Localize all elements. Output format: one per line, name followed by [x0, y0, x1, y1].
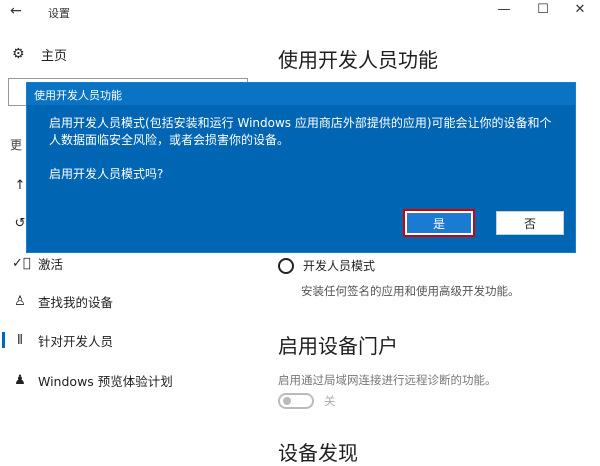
discovery-title: 设备发现 — [278, 441, 358, 465]
person-icon: ♙ — [14, 293, 26, 309]
toggle-knob — [283, 397, 291, 405]
sidebar-item-home[interactable]: ⚙ 主页 — [12, 44, 67, 64]
selection-indicator — [2, 177, 5, 193]
window-title: 设置 — [48, 7, 70, 20]
selection-indicator — [2, 255, 5, 271]
gear-icon: ⚙ — [12, 46, 25, 62]
maximize-button[interactable]: ☐ — [531, 2, 555, 17]
sidebar-item-label: Windows 预览体验计划 — [38, 373, 173, 389]
selection-indicator — [2, 332, 5, 348]
dialog-question: 启用开发人员模式吗? — [49, 167, 164, 181]
back-arrow-icon[interactable]: ← — [10, 3, 22, 19]
sidebar-item-label: 主页 — [41, 48, 68, 64]
selection-indicator — [2, 215, 5, 231]
yes-button[interactable]: 是 — [403, 209, 475, 237]
close-button[interactable]: ✕ — [568, 2, 592, 17]
portal-title: 启用设备门户 — [278, 334, 398, 358]
radio-label: 开发人员模式 — [303, 259, 376, 273]
confirm-dialog: 使用开发人员功能 启用开发人员模式(包括安装和运行 Windows 应用商店外部… — [26, 82, 576, 253]
dialog-message: 启用开发人员模式(包括安装和运行 Windows 应用商店外部提供的应用)可能会… — [49, 116, 552, 147]
sidebar-item-developers[interactable]: ⫴ 针对开发人员 — [0, 329, 255, 351]
dev-mode-option[interactable]: 开发人员模式 — [278, 257, 375, 274]
portal-toggle[interactable] — [278, 393, 314, 409]
sidebar-item-label: 针对开发人员 — [38, 333, 114, 349]
portal-toggle-row: 关 — [278, 393, 336, 409]
sidebar-item-activation[interactable]: ✓⃝ 激活 — [0, 252, 255, 274]
dialog-title: 使用开发人员功能 — [34, 89, 122, 102]
selection-indicator — [2, 372, 5, 388]
section-header: 更 — [10, 138, 23, 152]
sidebar-item-insider[interactable]: ♟ Windows 预览体验计划 — [0, 369, 255, 391]
dev-mode-description: 安装任何签名的应用和使用高级开发功能。 — [301, 284, 520, 298]
portal-description: 启用通过局域网连接进行远程诊断的功能。 — [278, 373, 497, 387]
dialog-title-bar: 使用开发人员功能 — [27, 83, 575, 105]
developer-bars-icon: ⫴ — [17, 332, 23, 348]
selection-indicator — [2, 293, 5, 309]
no-button[interactable]: 否 — [496, 211, 564, 235]
toggle-label: 关 — [324, 394, 336, 408]
insider-icon: ♟ — [14, 372, 26, 388]
sidebar-item-label: 查找我的设备 — [38, 294, 114, 310]
title-bar: ← 设置 — ☐ ✕ — [0, 0, 600, 24]
page-title: 使用开发人员功能 — [278, 48, 438, 72]
minimize-button[interactable]: — — [492, 2, 516, 17]
sidebar-item-find-device[interactable]: ♙ 查找我的设备 — [0, 290, 255, 312]
radio-button[interactable] — [278, 257, 294, 274]
check-circle-icon: ✓⃝ — [12, 255, 31, 271]
sidebar-item-label: 激活 — [38, 256, 64, 272]
